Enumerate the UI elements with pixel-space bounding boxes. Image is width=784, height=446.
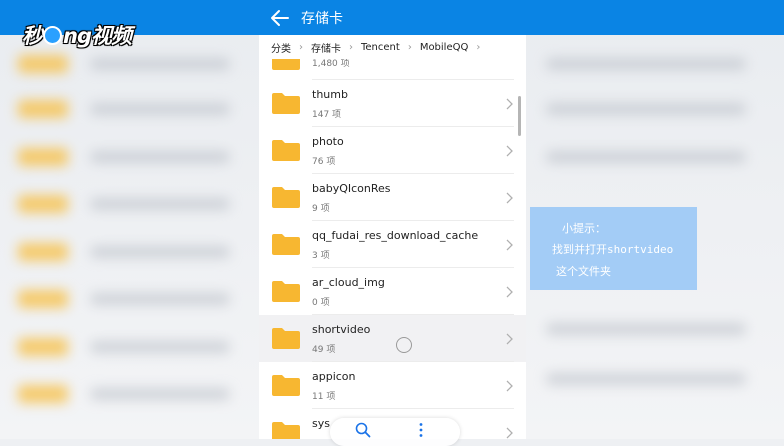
chevron-right-icon: › xyxy=(407,41,412,53)
watermark-text-1: 秒 xyxy=(22,24,43,48)
more-vertical-icon[interactable] xyxy=(418,422,424,438)
breadcrumb-item[interactable]: 分类 xyxy=(271,40,291,55)
tip-box: 小提示： 找到并打开shortvideo 这个文件夹 xyxy=(530,207,697,290)
chevron-right-icon xyxy=(506,380,513,392)
chevron-right-icon: › xyxy=(476,41,481,53)
item-count: 11 项 xyxy=(312,392,336,402)
breadcrumb-item[interactable]: Tencent xyxy=(361,42,400,53)
item-count: 3 项 xyxy=(312,251,330,261)
item-count: 49 项 xyxy=(312,345,336,355)
list-item[interactable]: thumb 147 项 xyxy=(259,80,526,127)
folder-name: babyQIconRes xyxy=(312,182,391,195)
folder-icon xyxy=(272,234,300,255)
breadcrumb-item[interactable]: MobileQQ xyxy=(420,42,469,53)
watermark-text-2: ng视频 xyxy=(63,24,132,48)
chevron-right-icon xyxy=(506,192,513,204)
list-item[interactable]: photo 76 项 xyxy=(259,127,526,174)
chevron-right-icon xyxy=(506,427,513,439)
folder-name: sys xyxy=(312,417,330,430)
chevron-right-icon xyxy=(506,98,513,110)
folder-name: shortvideo xyxy=(312,323,371,336)
item-count: 9 项 xyxy=(312,204,330,214)
list-item[interactable]: qq_fudai_res_download_cache 3 项 xyxy=(259,221,526,268)
list-item[interactable]: ar_cloud_img 0 项 xyxy=(259,268,526,315)
touch-indicator xyxy=(396,337,412,353)
chevron-right-icon xyxy=(506,286,513,298)
list-item-shortvideo[interactable]: shortvideo 49 项 xyxy=(259,315,526,362)
tip-title: 小提示： xyxy=(562,222,606,235)
folder-icon xyxy=(272,281,300,302)
breadcrumb: 分类 › 存储卡 › Tencent › MobileQQ › xyxy=(259,35,526,59)
item-count: 147 项 xyxy=(312,110,342,120)
blurred-background-left xyxy=(0,0,259,439)
folder-name: ar_cloud_img xyxy=(312,276,385,289)
folder-name: thumb xyxy=(312,88,348,101)
page-title: 存储卡 xyxy=(301,11,343,27)
folder-icon xyxy=(272,422,300,439)
folder-icon xyxy=(272,93,300,114)
folder-icon xyxy=(272,187,300,208)
bottom-toolbar xyxy=(330,418,460,446)
folder-icon xyxy=(272,328,300,349)
chevron-right-icon: › xyxy=(299,41,303,53)
watermark-logo: 秒 ng视频 xyxy=(22,20,132,50)
folder-icon xyxy=(272,140,300,161)
item-count: 76 项 xyxy=(312,157,336,167)
chevron-right-icon: › xyxy=(349,41,353,53)
tip-text: 找到并打开shortvideo xyxy=(552,243,674,256)
search-icon[interactable] xyxy=(355,422,371,438)
folder-name: appicon xyxy=(312,370,356,383)
list-item[interactable]: appicon 11 项 xyxy=(259,362,526,409)
breadcrumb-item[interactable]: 存储卡 xyxy=(311,40,341,55)
folder-name: qq_fudai_res_download_cache xyxy=(312,229,479,242)
item-count: 0 项 xyxy=(312,298,330,308)
chevron-right-icon xyxy=(506,333,513,345)
back-arrow-icon[interactable] xyxy=(268,6,292,30)
scrollbar[interactable] xyxy=(518,96,521,136)
chevron-right-icon xyxy=(506,239,513,251)
list-item[interactable]: babyQIconRes 9 项 xyxy=(259,174,526,221)
file-list-panel: 1,480 项 thumb 147 项 photo 76 项 babyQIcon… xyxy=(259,35,526,439)
folder-name: photo xyxy=(312,135,344,148)
tip-text: 这个文件夹 xyxy=(556,265,611,278)
chevron-right-icon xyxy=(506,145,513,157)
play-icon xyxy=(43,26,62,45)
folder-icon xyxy=(272,375,300,396)
